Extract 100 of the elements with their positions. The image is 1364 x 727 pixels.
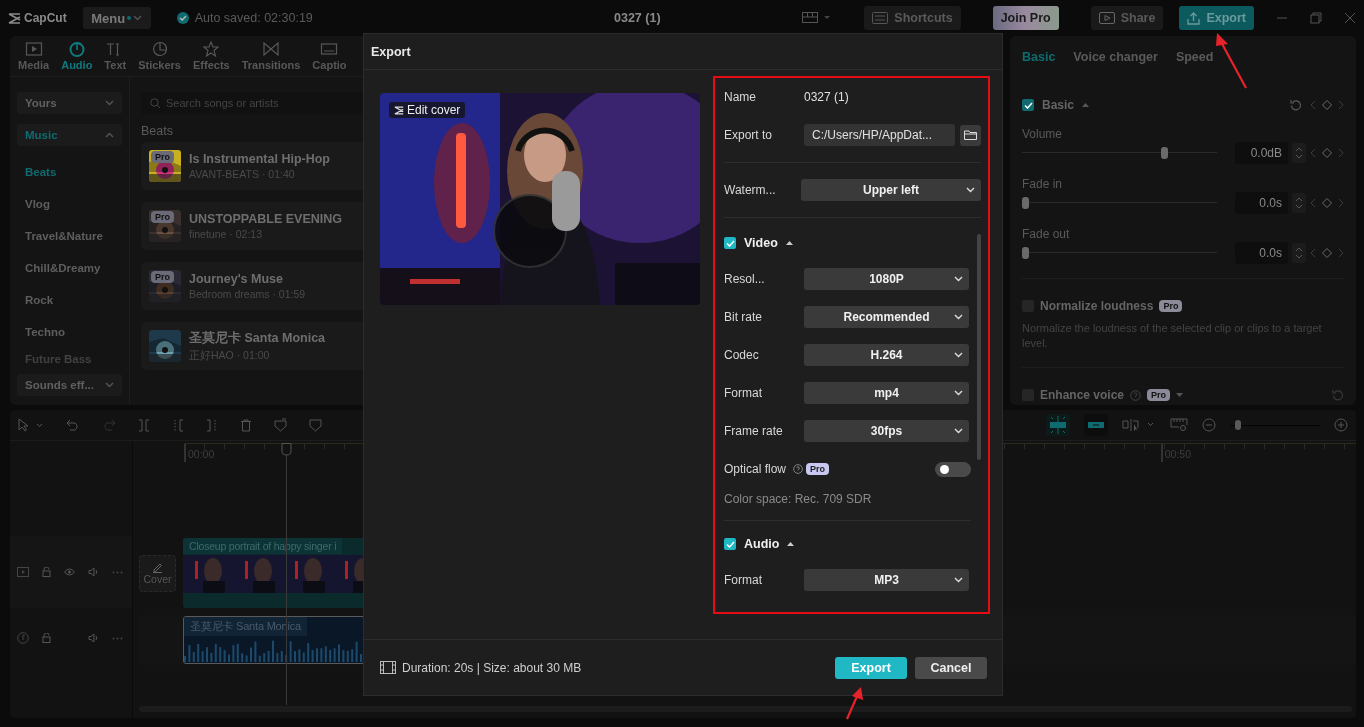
ruler-zoom-icon[interactable] <box>1170 418 1188 432</box>
cover-button[interactable]: Cover <box>139 554 176 592</box>
stepper-icon[interactable] <box>1292 143 1306 163</box>
category-group[interactable]: Music <box>17 124 122 146</box>
panel-tab[interactable]: Speed <box>1175 50 1214 64</box>
reset-icon[interactable] <box>1290 99 1302 111</box>
tab-icon <box>67 41 86 57</box>
caret-up-icon[interactable] <box>787 542 795 546</box>
menu-button[interactable]: Menu <box>82 7 151 29</box>
trim-right-icon[interactable] <box>206 418 218 432</box>
link-icon[interactable] <box>1084 414 1108 436</box>
export-button[interactable]: Export <box>835 656 907 679</box>
stepper-icon[interactable] <box>1292 243 1306 263</box>
chevron-down-icon <box>954 390 963 396</box>
shield-ai-icon[interactable] <box>274 418 287 432</box>
watermark-dropdown[interactable]: Upper left <box>801 179 981 201</box>
toolbar-button[interactable]: Share <box>1090 6 1164 30</box>
tool-tab[interactable]: Effects <box>193 36 230 76</box>
edit-cover-badge[interactable]: Edit cover <box>389 102 466 118</box>
toolbar-button[interactable]: Shortcuts <box>864 6 961 30</box>
category-group[interactable]: Yours <box>17 92 122 114</box>
category-item[interactable]: Chill&Dreamy <box>17 252 122 284</box>
music-track-icon <box>17 632 29 644</box>
tool-tab[interactable]: Stickers <box>138 36 181 76</box>
setting-dropdown[interactable]: Recommended <box>804 306 969 328</box>
eye-icon[interactable] <box>64 568 75 576</box>
dialog-title: Export <box>371 44 411 59</box>
autosave-status: Auto saved: 02:30:19 <box>194 11 313 25</box>
keyframe-nav-icon[interactable] <box>1310 147 1344 159</box>
slider-handle[interactable] <box>1022 247 1029 259</box>
zoom-in-icon[interactable] <box>1334 418 1348 432</box>
path-field[interactable]: C:/Users/HP/AppDat... <box>804 124 956 146</box>
stepper-icon[interactable] <box>1292 193 1306 213</box>
tool-tab[interactable]: Transitions <box>241 36 301 76</box>
select-split-icon[interactable] <box>1122 418 1156 432</box>
checkbox[interactable] <box>724 237 736 249</box>
keyframe-nav-icon[interactable] <box>1310 197 1344 209</box>
tool-tab[interactable]: Audio <box>61 36 93 76</box>
category-group[interactable]: Sounds eff... <box>17 374 122 396</box>
caret-down-icon[interactable] <box>1176 393 1184 397</box>
snap-icon[interactable] <box>1046 414 1070 436</box>
caret-up-icon[interactable] <box>785 241 793 245</box>
chevron-down-icon <box>966 187 975 193</box>
toolbar-button[interactable]: Export <box>1179 6 1254 30</box>
speaker-icon[interactable] <box>88 567 99 577</box>
checkbox[interactable] <box>1022 99 1034 111</box>
trim-left-icon[interactable] <box>172 418 184 432</box>
speaker-icon[interactable] <box>88 633 99 643</box>
setting-dropdown[interactable]: H.264 <box>804 344 969 366</box>
reset-icon[interactable] <box>1332 389 1344 401</box>
name-field[interactable]: 0327 (1) <box>804 90 849 104</box>
tool-tab[interactable]: Text <box>104 36 127 76</box>
setting-dropdown[interactable]: MP3 <box>804 569 969 591</box>
folder-button[interactable] <box>960 124 981 146</box>
keyframe-nav-icon[interactable] <box>1310 247 1344 259</box>
zoom-out-icon[interactable] <box>1202 418 1216 432</box>
tool-tab[interactable]: Media <box>18 36 50 76</box>
category-item[interactable]: Techno <box>17 316 122 348</box>
check-circle-icon <box>176 12 189 24</box>
category-item[interactable]: Beats <box>17 156 122 188</box>
category-item[interactable]: Travel&Nature <box>17 220 122 252</box>
setting-dropdown[interactable]: 30fps <box>804 420 969 442</box>
chevron-down-icon <box>954 428 963 434</box>
close-icon[interactable] <box>1344 12 1356 24</box>
category-item[interactable]: Vlog <box>17 188 122 220</box>
split-icon[interactable] <box>138 418 150 432</box>
layout-icon[interactable] <box>802 12 833 24</box>
checkbox[interactable] <box>724 538 736 550</box>
scrollbar[interactable] <box>139 706 1352 712</box>
annotation-arrow <box>1216 33 1247 89</box>
panel-tab[interactable]: Voice changer <box>1073 50 1158 64</box>
toggle-switch[interactable] <box>935 461 971 477</box>
slider-handle[interactable] <box>1022 197 1029 209</box>
setting-dropdown[interactable]: mp4 <box>804 382 969 404</box>
tool-tab[interactable]: Captio <box>312 36 347 76</box>
annotation-arrow <box>846 687 863 720</box>
app-logo: CapCut <box>24 11 67 25</box>
setting-dropdown[interactable]: 1080P <box>804 268 969 290</box>
video-track-icon <box>17 567 29 577</box>
shield-icon[interactable] <box>309 418 322 432</box>
undo-icon[interactable] <box>66 419 80 431</box>
cancel-button[interactable]: Cancel <box>915 656 987 679</box>
field-label: Bit rate <box>724 310 763 324</box>
delete-icon[interactable] <box>240 418 252 432</box>
join-pro-button[interactable]: Join Pro <box>992 6 1059 30</box>
zoom-handle[interactable] <box>1234 419 1241 430</box>
help-icon[interactable] <box>793 464 804 474</box>
pointer-icon[interactable] <box>18 418 44 432</box>
lock-icon[interactable] <box>42 633 51 643</box>
scrollbar[interactable] <box>977 234 981 460</box>
slider-handle[interactable] <box>1161 147 1169 159</box>
redo-icon[interactable] <box>102 419 116 431</box>
category-item[interactable]: Rock <box>17 284 122 316</box>
keyframe-nav-icon[interactable] <box>1310 99 1344 111</box>
maximize-icon[interactable] <box>1310 12 1322 24</box>
value-field[interactable]: 0.0dB <box>1235 142 1288 164</box>
value-field[interactable]: 0.0s <box>1235 242 1288 264</box>
panel-tab[interactable]: Basic <box>1022 50 1056 64</box>
lock-icon[interactable] <box>42 567 51 577</box>
value-field[interactable]: 0.0s <box>1235 192 1288 214</box>
